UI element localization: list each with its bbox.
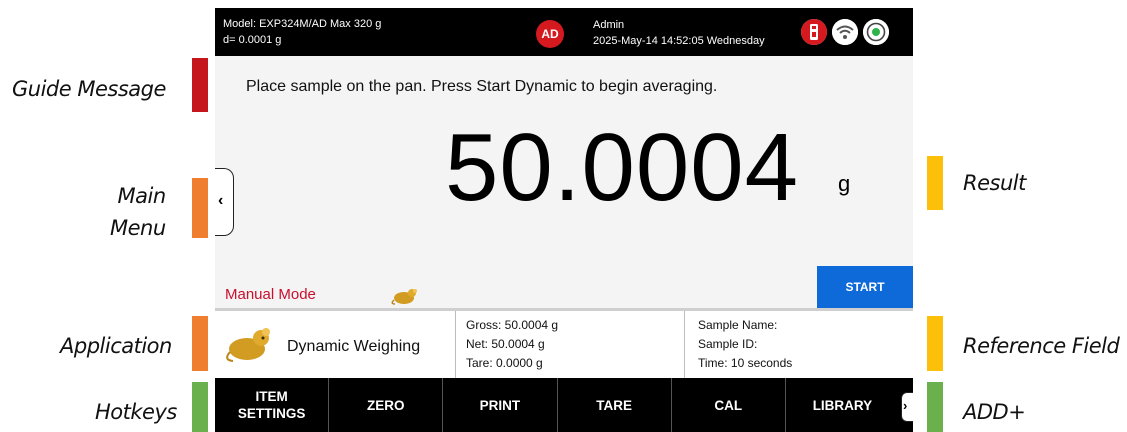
mouse-icon	[391, 287, 419, 310]
hotkey-bar: ITEM SETTINGS ZERO PRINT TARE CAL LIBRAR…	[215, 378, 913, 432]
sample-id[interactable]: Sample ID:	[698, 335, 792, 354]
marker-hotkeys	[192, 382, 208, 432]
user-info: Admin 2025-May-14 14:52:05 Wednesday	[593, 17, 765, 49]
marker-guide-message	[192, 58, 208, 112]
averaging-time[interactable]: Time: 10 seconds	[698, 354, 792, 373]
callout-application: Application	[60, 334, 172, 358]
main-menu-tab[interactable]: ‹	[215, 168, 234, 236]
application-bar: Dynamic Weighing Gross: 50.0004 g Net: 5…	[215, 308, 913, 378]
model-info: Model: EXP324M/AD Max 320 g d= 0.0001 g	[223, 16, 381, 48]
reference-field: Sample Name: Sample ID: Time: 10 seconds	[698, 316, 792, 373]
application-name[interactable]: Dynamic Weighing	[287, 338, 420, 356]
tare-button[interactable]: TARE	[558, 378, 672, 432]
add-plus-tab[interactable]: ›	[901, 392, 913, 422]
library-button[interactable]: LIBRARY	[786, 378, 913, 432]
usb-icon[interactable]	[801, 19, 827, 45]
user-name: Admin	[593, 19, 625, 31]
callout-result: Result	[963, 171, 1026, 195]
callout-main-menu: Main Menu	[110, 180, 166, 244]
callout-reference-field: Reference Field	[963, 334, 1120, 358]
divider	[455, 311, 456, 378]
weight-result: 50.0004	[445, 114, 800, 221]
gross-value: Gross: 50.0004 g	[466, 318, 559, 332]
divider	[684, 311, 685, 378]
net-value: Net: 50.0004 g	[466, 337, 545, 351]
level-icon[interactable]	[863, 19, 889, 45]
callout-main-menu-line1: Main	[117, 184, 167, 208]
callout-add-plus: ADD+	[963, 400, 1026, 424]
cal-button[interactable]: CAL	[672, 378, 786, 432]
marker-result	[927, 156, 943, 210]
start-button[interactable]: START	[817, 266, 913, 308]
zero-button[interactable]: ZERO	[329, 378, 444, 432]
balance-screen: Model: EXP324M/AD Max 320 g d= 0.0001 g …	[215, 8, 913, 432]
marker-add-plus	[927, 382, 943, 432]
item-settings-button[interactable]: ITEM SETTINGS	[215, 378, 330, 432]
weight-unit[interactable]: g	[838, 171, 850, 197]
print-button[interactable]: PRINT	[443, 378, 558, 432]
item-settings-label-2: SETTINGS	[237, 406, 306, 421]
status-bar: Model: EXP324M/AD Max 320 g d= 0.0001 g …	[215, 8, 913, 56]
user-avatar[interactable]: AD	[536, 20, 564, 48]
marker-reference-field	[927, 316, 943, 371]
marker-application	[192, 316, 208, 371]
readability-label: d= 0.0001 g	[223, 34, 282, 46]
mouse-icon[interactable]	[225, 325, 273, 368]
model-label: Model: EXP324M/AD Max 320 g	[223, 18, 382, 30]
guide-message: Place sample on the pan. Press Start Dyn…	[246, 78, 718, 95]
sample-name[interactable]: Sample Name:	[698, 316, 792, 335]
chevron-right-icon: ›	[903, 398, 908, 413]
chevron-left-icon: ‹	[218, 192, 224, 209]
mode-label: Manual Mode	[225, 286, 316, 303]
item-settings-label-1: ITEM	[255, 389, 288, 404]
weight-summary: Gross: 50.0004 g Net: 50.0004 g Tare: 0.…	[466, 316, 558, 373]
callout-main-menu-line2: Menu	[110, 216, 166, 240]
wifi-icon[interactable]	[832, 19, 858, 45]
marker-main-menu	[192, 178, 208, 238]
tare-value: Tare: 0.0000 g	[466, 356, 543, 370]
callout-guide-message: Guide Message	[12, 77, 166, 101]
datetime-label: 2025-May-14 14:52:05 Wednesday	[593, 35, 765, 47]
callout-hotkeys: Hotkeys	[95, 400, 177, 424]
